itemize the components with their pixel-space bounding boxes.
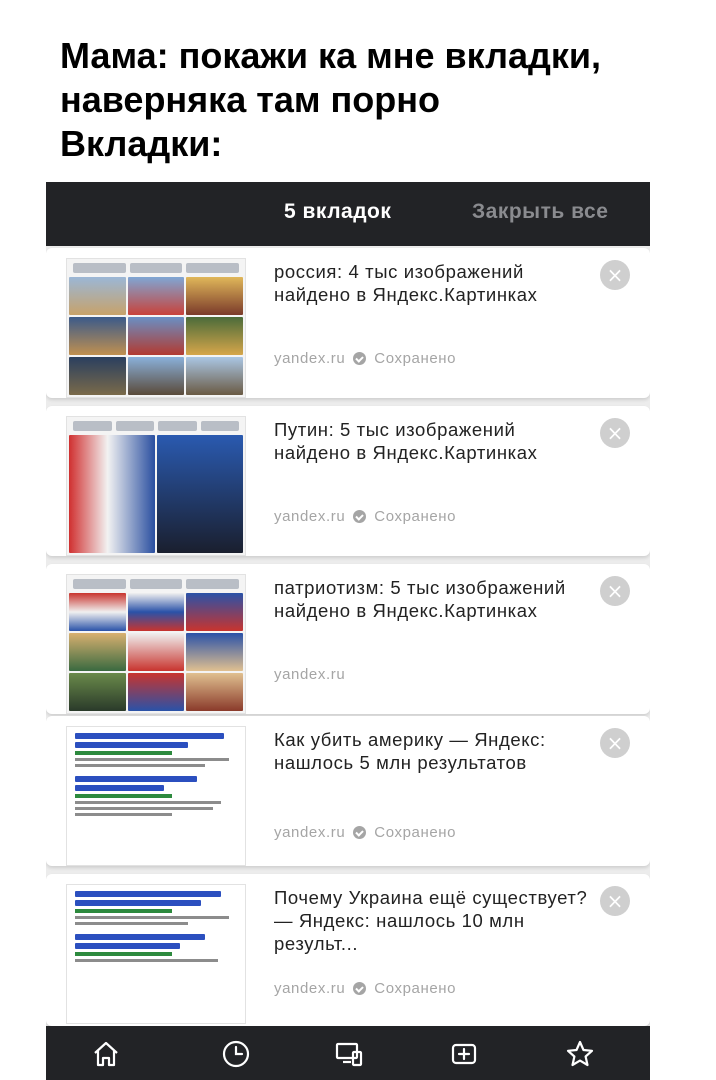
devices-icon <box>335 1042 363 1067</box>
caption-line-2: наверняка там порно <box>60 79 440 120</box>
home-button[interactable] <box>86 1034 126 1074</box>
saved-check-icon <box>353 826 367 839</box>
tab-thumbnail <box>66 884 246 1024</box>
tab-domain: yandex.ru <box>274 350 346 367</box>
close-tab-button[interactable]: × <box>600 728 630 758</box>
close-tab-button[interactable]: × <box>600 260 630 290</box>
tab-meta: yandex.ru Сохранено <box>274 980 456 997</box>
tab-title: Почему Украина ещё существует? — Яндекс:… <box>274 887 588 954</box>
bookmarks-button[interactable] <box>560 1034 600 1074</box>
tab-thumbnail <box>66 574 246 714</box>
meme-caption: Мама: покажи ка мне вкладки, наверняка т… <box>60 34 710 166</box>
tab-thumbnail <box>66 258 246 398</box>
bottom-nav-bar <box>46 1026 650 1080</box>
tab-thumbnail <box>66 726 246 866</box>
tab-meta: yandex.ru Сохранено <box>274 350 456 367</box>
close-all-button[interactable]: Закрыть все <box>472 200 608 224</box>
tab-title: Путин: 5 тыс изображений найдено в Яндек… <box>274 419 538 463</box>
tab-title: Как убить америку — Яндекс: нашлось 5 мл… <box>274 729 546 773</box>
tab-domain: yandex.ru <box>274 508 346 525</box>
tabs-top-bar: 5 вкладок Закрыть все <box>46 182 650 246</box>
close-icon: × <box>606 731 624 755</box>
close-tab-button[interactable]: × <box>600 576 630 606</box>
tab-card-patriotism[interactable]: патриотизм: 5 тыс изображений найдено в … <box>46 564 650 714</box>
home-icon <box>94 1041 118 1067</box>
saved-check-icon <box>353 510 367 523</box>
saved-check-icon <box>353 352 367 365</box>
browser-tabs-screen: 5 вкладок Закрыть все россия: 4 тыс изоб… <box>46 182 650 1080</box>
close-icon: × <box>606 421 624 445</box>
tab-title: патриотизм: 5 тыс изображений найдено в … <box>274 577 566 621</box>
close-icon: × <box>606 579 624 603</box>
close-tab-button[interactable]: × <box>600 418 630 448</box>
tab-card-putin[interactable]: Путин: 5 тыс изображений найдено в Яндек… <box>46 406 650 556</box>
tab-thumbnail <box>66 416 246 556</box>
tab-card-kill-america[interactable]: Как убить америку — Яндекс: нашлось 5 мл… <box>46 716 650 866</box>
close-icon: × <box>606 889 624 913</box>
devices-button[interactable] <box>329 1034 369 1074</box>
tab-meta: yandex.ru Сохранено <box>274 508 456 525</box>
tab-saved-status: Сохранено <box>374 980 457 997</box>
tab-title: россия: 4 тыс изображений найдено в Янде… <box>274 261 538 305</box>
new-tab-icon <box>451 1043 477 1065</box>
tab-card-ukraine[interactable]: Почему Украина ещё существует? — Яндекс:… <box>46 874 650 1026</box>
saved-check-icon <box>353 982 367 995</box>
new-tab-button[interactable] <box>444 1034 484 1074</box>
tab-domain: yandex.ru <box>274 666 346 683</box>
close-icon: × <box>606 263 624 287</box>
caption-line-1: Мама: покажи ка мне вкладки, <box>60 35 601 76</box>
caption-line-3: Вкладки: <box>60 123 223 164</box>
tab-domain: yandex.ru <box>274 980 346 997</box>
bookmark-star-icon <box>566 1040 594 1067</box>
tab-card-russia[interactable]: россия: 4 тыс изображений найдено в Янде… <box>46 248 650 398</box>
history-icon <box>222 1040 250 1068</box>
history-button[interactable] <box>216 1034 256 1074</box>
tab-saved-status: Сохранено <box>374 508 457 525</box>
tab-domain: yandex.ru <box>274 824 346 841</box>
tab-meta: yandex.ru <box>274 666 345 683</box>
tab-saved-status: Сохранено <box>374 350 457 367</box>
tab-saved-status: Сохранено <box>374 824 457 841</box>
close-tab-button[interactable]: × <box>600 886 630 916</box>
tab-count-label[interactable]: 5 вкладок <box>284 200 391 224</box>
tab-meta: yandex.ru Сохранено <box>274 824 456 841</box>
